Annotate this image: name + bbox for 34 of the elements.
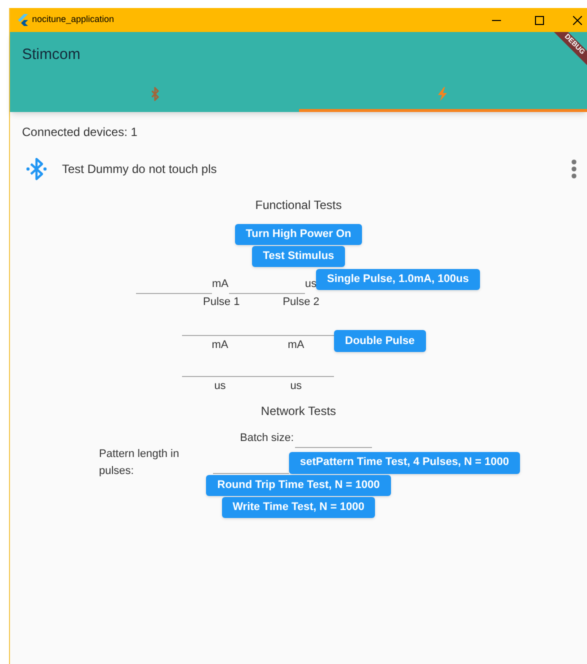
unit-label: mA [288, 338, 304, 353]
helper-text: Pulse 2 [282, 294, 320, 310]
app-logo-icon [18, 14, 28, 26]
input-field[interactable] [182, 333, 258, 336]
test-button[interactable]: Test Stimulus [252, 246, 346, 267]
test-button[interactable]: Single Pulse, 1.0mA, 100us [316, 269, 480, 290]
pattern-length-label: Pattern length in pulses: [99, 447, 180, 478]
device-name: Test Dummy do not touch pls [62, 161, 217, 178]
batch-size-label: Batch size: [240, 430, 294, 446]
connected-devices-text: Connected devices: 1 [22, 124, 138, 141]
bluetooth-icon [25, 157, 48, 181]
window-title: nocitune_application [32, 13, 114, 26]
bluetooth-icon [148, 86, 160, 100]
test-button[interactable]: Write Time Test, N = 1000 [222, 497, 376, 518]
section-title: Network Tests [260, 403, 336, 420]
lightning-icon [437, 86, 448, 100]
section-title: Functional Tests [255, 197, 342, 214]
test-button[interactable]: Turn High Power On [234, 224, 362, 245]
helper-text: Pulse 1 [203, 294, 240, 310]
input-field[interactable] [258, 333, 334, 336]
unit-label: us [290, 378, 302, 394]
unit-label: mA [212, 338, 228, 353]
input-field[interactable] [258, 374, 334, 376]
test-button[interactable]: setPattern Time Test, 4 Pulses, N = 1000 [289, 452, 520, 474]
input-field[interactable] [182, 374, 258, 376]
maximize-icon[interactable] [535, 16, 544, 24]
app-title: Stimcom [22, 44, 80, 65]
unit-label: us [214, 378, 226, 394]
test-button[interactable]: Round Trip Time Test, N = 1000 [206, 475, 391, 496]
test-button[interactable]: Double Pulse [334, 330, 426, 352]
more-options-icon[interactable] [571, 159, 577, 179]
unit-label: mA [212, 277, 229, 292]
close-icon[interactable] [573, 16, 582, 24]
unit-label: us [305, 277, 316, 292]
